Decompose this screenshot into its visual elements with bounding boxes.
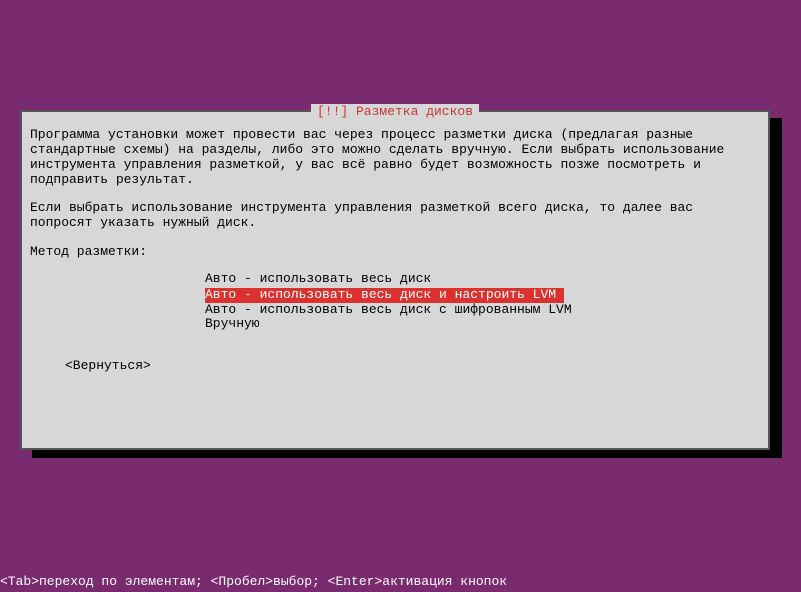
option-whole-disk-encrypted-lvm[interactable]: Авто - использовать весь диск с шифрован… bbox=[205, 303, 760, 318]
dialog-prompt: Метод разметки: bbox=[30, 244, 760, 259]
dialog-title-wrap: [!!] Разметка дисков bbox=[22, 104, 768, 119]
footer-hint: <Tab>переход по элементам; <Пробел>выбор… bbox=[0, 574, 507, 589]
back-button[interactable]: <Вернуться> bbox=[65, 358, 151, 373]
dialog-body: Программа установки может провести вас ч… bbox=[30, 122, 760, 373]
dialog-paragraph-1: Программа установки может провести вас ч… bbox=[30, 128, 760, 188]
option-whole-disk-lvm[interactable]: Авто - использовать весь диск и настроит… bbox=[205, 288, 564, 303]
partition-dialog: [!!] Разметка дисков Программа установки… bbox=[20, 110, 770, 450]
dialog-title: [!!] Разметка дисков bbox=[311, 104, 479, 119]
dialog-paragraph-2: Если выбрать использование инструмента у… bbox=[30, 201, 760, 231]
option-whole-disk[interactable]: Авто - использовать весь диск bbox=[205, 272, 760, 287]
partition-options: Авто - использовать весь диск Авто - исп… bbox=[205, 272, 760, 333]
option-manual[interactable]: Вручную bbox=[205, 317, 760, 332]
